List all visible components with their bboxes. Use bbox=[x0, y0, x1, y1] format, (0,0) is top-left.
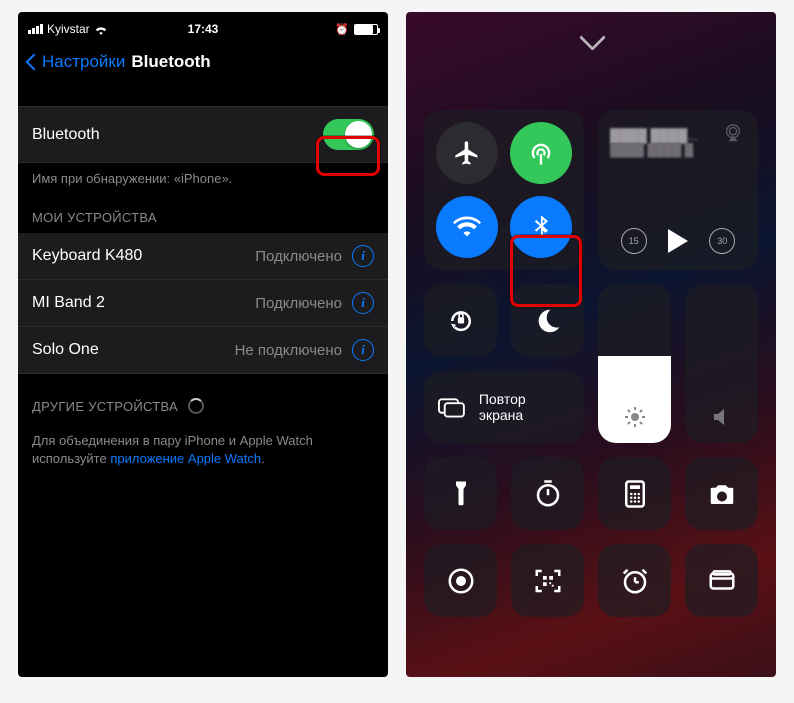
device-status: Подключено bbox=[255, 248, 342, 265]
info-icon[interactable]: i bbox=[352, 339, 374, 361]
airplane-mode-button[interactable] bbox=[436, 122, 498, 184]
device-status: Подключено bbox=[255, 295, 342, 312]
wifi-button[interactable] bbox=[436, 196, 498, 258]
apple-watch-link[interactable]: приложение Apple Watch bbox=[110, 451, 261, 466]
screen-mirroring-icon bbox=[438, 395, 465, 419]
back-button[interactable]: Настройки bbox=[20, 52, 125, 72]
do-not-disturb-button[interactable] bbox=[511, 284, 584, 357]
skip-forward-button[interactable]: 30 bbox=[709, 228, 735, 254]
volume-slider[interactable] bbox=[685, 284, 758, 443]
media-subtitle: ████ ████ █ bbox=[610, 143, 746, 157]
screen-mirroring-label: Повтор экрана bbox=[479, 391, 570, 423]
wifi-icon bbox=[453, 213, 481, 241]
device-row[interactable]: Solo One Не подключено i bbox=[18, 327, 388, 374]
page-title: Bluetooth bbox=[131, 52, 210, 72]
connectivity-group bbox=[424, 110, 584, 270]
control-center-screen: ████ ████... ████ ████ █ 15 30 bbox=[406, 12, 776, 677]
bluetooth-toggle-row: Bluetooth bbox=[18, 106, 388, 163]
alarm-icon: ⏰ bbox=[335, 23, 349, 36]
device-status: Не подключено bbox=[235, 342, 342, 359]
device-name: Solo One bbox=[32, 341, 235, 359]
pairing-footer: Для объединения в пару iPhone и Apple Wa… bbox=[18, 422, 388, 477]
device-name: Keyboard K480 bbox=[32, 247, 255, 265]
settings-screen: Kyivstar 17:43 ⏰ Настройки Bluetooth Blu… bbox=[18, 12, 388, 677]
screen-mirroring-button[interactable]: Повтор экрана bbox=[424, 371, 584, 443]
chevron-left-icon bbox=[26, 54, 43, 71]
discoverable-caption: Имя при обнаружении: «iPhone». bbox=[18, 163, 388, 186]
skip-back-button[interactable]: 15 bbox=[621, 228, 647, 254]
timer-button[interactable] bbox=[511, 457, 584, 530]
lock-rotation-icon bbox=[446, 306, 476, 336]
media-controls-group[interactable]: ████ ████... ████ ████ █ 15 30 bbox=[598, 110, 758, 270]
wallet-icon bbox=[707, 566, 737, 596]
info-icon[interactable]: i bbox=[352, 245, 374, 267]
camera-icon bbox=[707, 479, 737, 509]
flashlight-icon bbox=[446, 479, 476, 509]
signal-icon bbox=[28, 24, 43, 34]
qr-icon bbox=[533, 566, 563, 596]
bluetooth-label: Bluetooth bbox=[32, 126, 323, 144]
antenna-icon bbox=[527, 139, 555, 167]
speaker-icon bbox=[710, 405, 734, 429]
bluetooth-icon bbox=[527, 213, 555, 241]
orientation-lock-button[interactable] bbox=[424, 284, 497, 357]
other-devices-header: ДРУГИЕ УСТРОЙСТВА bbox=[18, 374, 388, 422]
my-devices-header: МОИ УСТРОЙСТВА bbox=[18, 186, 388, 233]
calculator-button[interactable] bbox=[598, 457, 671, 530]
info-icon[interactable]: i bbox=[352, 292, 374, 314]
status-bar: Kyivstar 17:43 ⏰ bbox=[18, 18, 388, 40]
calculator-icon bbox=[620, 479, 650, 509]
camera-button[interactable] bbox=[685, 457, 758, 530]
bluetooth-button[interactable] bbox=[510, 196, 572, 258]
sun-icon bbox=[623, 405, 647, 429]
record-icon bbox=[446, 566, 476, 596]
brightness-slider[interactable] bbox=[598, 284, 671, 443]
alarm-clock-icon bbox=[620, 566, 650, 596]
screen-record-button[interactable] bbox=[424, 544, 497, 617]
cellular-data-button[interactable] bbox=[510, 122, 572, 184]
airplane-icon bbox=[453, 139, 481, 167]
device-name: MI Band 2 bbox=[32, 294, 255, 312]
nav-bar: Настройки Bluetooth bbox=[18, 40, 388, 86]
qr-scanner-button[interactable] bbox=[511, 544, 584, 617]
bluetooth-toggle[interactable] bbox=[323, 119, 374, 150]
clock-label: 17:43 bbox=[188, 22, 219, 36]
media-title: ████ ████... bbox=[610, 128, 746, 143]
flashlight-button[interactable] bbox=[424, 457, 497, 530]
wallet-button[interactable] bbox=[685, 544, 758, 617]
device-row[interactable]: Keyboard K480 Подключено i bbox=[18, 233, 388, 280]
carrier-label: Kyivstar bbox=[47, 22, 90, 36]
chevron-down-icon[interactable] bbox=[577, 24, 605, 52]
play-button[interactable] bbox=[668, 229, 688, 253]
timer-icon bbox=[533, 479, 563, 509]
spinner-icon bbox=[188, 398, 204, 414]
wifi-icon bbox=[94, 24, 108, 35]
alarm-button[interactable] bbox=[598, 544, 671, 617]
battery-icon bbox=[354, 24, 378, 35]
moon-icon bbox=[533, 306, 563, 336]
device-row[interactable]: MI Band 2 Подключено i bbox=[18, 280, 388, 327]
back-label: Настройки bbox=[42, 52, 125, 72]
